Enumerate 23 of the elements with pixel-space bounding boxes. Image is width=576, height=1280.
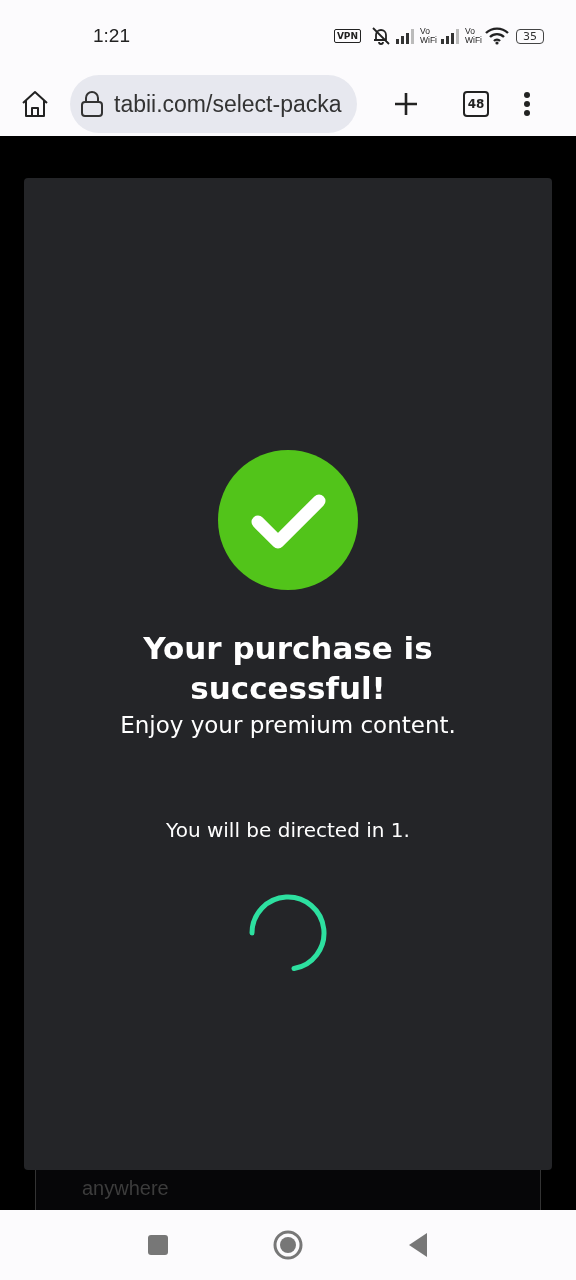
home-button-icon[interactable] <box>273 1230 303 1260</box>
check-icon <box>218 450 358 590</box>
muted-bell-icon <box>370 26 392 46</box>
lock-icon <box>80 90 104 118</box>
vowifi-label: Vo WiFi <box>465 27 482 45</box>
battery-indicator: 35 <box>516 28 544 44</box>
dialog-title: Your purchase is successful! <box>142 629 434 708</box>
home-icon[interactable] <box>20 90 50 118</box>
back-icon[interactable] <box>407 1232 429 1258</box>
url-text: tabii.com/select-packa <box>114 90 342 118</box>
tab-count-button[interactable]: 48 <box>463 91 489 117</box>
status-time: 1:21 <box>93 25 130 47</box>
signal-icon <box>395 28 417 44</box>
vpn-badge: VPN <box>333 29 361 43</box>
dialog-subtitle: Enjoy your premium content. <box>120 712 456 738</box>
signal-icon <box>440 28 462 44</box>
redirect-message: You will be directed in 1. <box>166 818 410 842</box>
wifi-icon <box>485 27 509 45</box>
plus-icon[interactable] <box>393 91 419 117</box>
more-icon[interactable] <box>523 91 531 117</box>
recents-icon[interactable] <box>147 1234 169 1256</box>
vowifi-label: Vo WiFi <box>420 27 437 45</box>
address-bar[interactable]: tabii.com/select-packa <box>70 75 357 133</box>
